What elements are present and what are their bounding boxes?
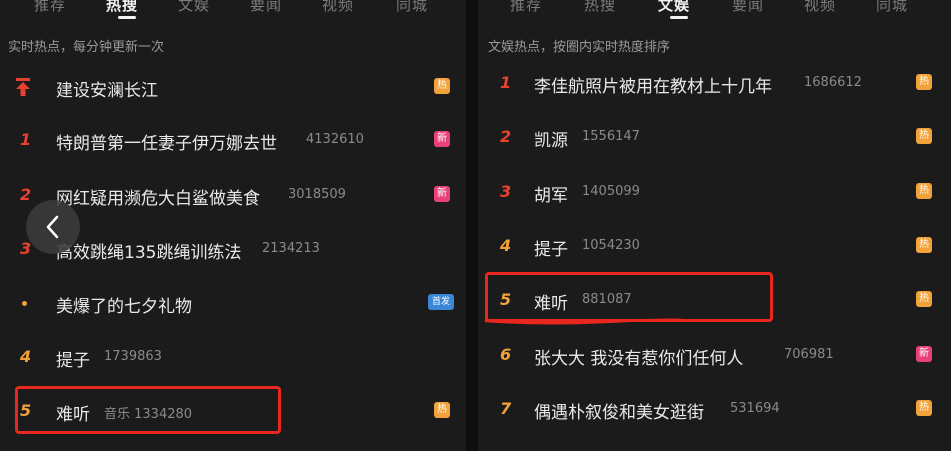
list-item[interactable]: 4 提子 1054230 热 — [478, 227, 951, 267]
heat-count: 1405099 — [582, 184, 640, 199]
item-title: 张大大 我没有惹你们任何人 — [534, 349, 744, 369]
tab-recommend[interactable]: 推荐 — [34, 0, 66, 15]
list-item[interactable]: 6 张大大 我没有惹你们任何人 706981 新 — [478, 336, 951, 376]
heat-count: 1556147 — [582, 129, 640, 144]
rank-number: 4 — [500, 236, 512, 255]
heat-count: 531694 — [730, 401, 780, 416]
tab-entertainment[interactable]: 文娱 — [658, 0, 690, 15]
item-title: 高效跳绳135跳绳训练法 — [56, 243, 242, 263]
list-item[interactable]: 2 凯源 1556147 热 — [478, 118, 951, 158]
premiere-badge: 首发 — [428, 294, 454, 310]
new-badge: 新 — [434, 131, 450, 147]
heat-count: 2134213 — [262, 241, 320, 256]
list-item[interactable]: 美爆了的七夕礼物 首发 — [0, 284, 466, 324]
right-entertainment-panel: 推荐 热搜 文娱 要闻 视频 同城 文娱热点，按圈内实时热度排序 1 李佳航照片… — [478, 0, 951, 451]
annotation-highlight-box — [15, 386, 281, 434]
list-item[interactable]: 1 李佳航照片被用在教材上十几年 1686612 热 — [478, 64, 951, 104]
left-tab-bar: 推荐 热搜 文娱 要闻 视频 同城 — [0, 0, 466, 20]
tab-active-indicator — [118, 16, 136, 19]
tab-hot-search[interactable]: 热搜 — [584, 0, 616, 15]
rank-number: 3 — [500, 182, 512, 201]
right-tab-bar: 推荐 热搜 文娱 要闻 视频 同城 — [478, 0, 951, 20]
heat-count: 706981 — [784, 347, 834, 362]
hot-badge: 热 — [916, 237, 932, 253]
hot-badge: 热 — [916, 74, 932, 90]
item-title: 建设安澜长江 — [56, 81, 158, 101]
dot-icon — [22, 301, 27, 306]
pin-top-icon — [16, 78, 30, 96]
rank-number: 1 — [500, 73, 512, 92]
item-title: 提子 — [534, 240, 568, 260]
rank-number: 2 — [500, 127, 512, 146]
hot-badge: 热 — [916, 400, 932, 416]
hot-badge: 热 — [916, 183, 932, 199]
rank-number: 2 — [20, 185, 32, 204]
tab-entertainment[interactable]: 文娱 — [178, 0, 210, 15]
heat-count: 1054230 — [582, 238, 640, 253]
item-title: 李佳航照片被用在教材上十几年 — [534, 77, 772, 97]
annotation-underline — [484, 318, 684, 325]
tab-local[interactable]: 同城 — [876, 0, 908, 15]
item-title: 网红疑用濒危大白鲨做美食 — [56, 189, 260, 209]
heat-count: 4132610 — [306, 132, 364, 147]
new-badge: 新 — [916, 346, 932, 362]
hot-badge: 热 — [434, 402, 450, 418]
chevron-left-icon — [46, 215, 59, 239]
rank-number: 4 — [20, 347, 32, 366]
tab-video[interactable]: 视频 — [804, 0, 836, 15]
hot-badge: 热 — [434, 78, 450, 94]
new-badge: 新 — [434, 186, 450, 202]
rank-number: 7 — [500, 399, 512, 418]
heat-count: 3018509 — [288, 187, 346, 202]
list-item[interactable]: 3 胡军 1405099 热 — [478, 173, 951, 213]
item-title: 提子 — [56, 351, 90, 371]
item-title: 胡军 — [534, 186, 568, 206]
item-title: 偶遇朴叙俊和美女逛街 — [534, 403, 704, 423]
tab-news[interactable]: 要闻 — [250, 0, 282, 15]
divider — [466, 0, 478, 451]
hot-badge: 热 — [916, 128, 932, 144]
list-item[interactable]: 1 特朗普第一任妻子伊万娜去世 4132610 新 — [0, 121, 466, 161]
heat-count: 1686612 — [804, 75, 862, 90]
tab-video[interactable]: 视频 — [322, 0, 354, 15]
hot-badge: 热 — [916, 291, 932, 307]
tab-news[interactable]: 要闻 — [732, 0, 764, 15]
list-item[interactable]: 4 提子 1739863 — [0, 338, 466, 378]
back-button[interactable] — [26, 200, 80, 254]
rank-number: 6 — [500, 345, 512, 364]
tab-active-indicator — [670, 16, 688, 19]
item-title: 凯源 — [534, 131, 568, 151]
list-item[interactable]: 7 偶遇朴叙俊和美女逛街 531694 热 — [478, 390, 951, 430]
subtitle: 文娱热点，按圈内实时热度排序 — [488, 40, 671, 55]
tab-local[interactable]: 同城 — [396, 0, 428, 15]
list-item[interactable]: 建设安澜长江 热 — [0, 68, 466, 108]
tab-recommend[interactable]: 推荐 — [510, 0, 542, 15]
heat-count: 1739863 — [104, 349, 162, 364]
left-hot-search-panel: 推荐 热搜 文娱 要闻 视频 同城 实时热点，每分钟更新一次 建设安澜长江 热 … — [0, 0, 466, 451]
tab-hot-search[interactable]: 热搜 — [106, 0, 138, 15]
item-title: 美爆了的七夕礼物 — [56, 297, 192, 317]
rank-number: 1 — [20, 130, 32, 149]
subtitle: 实时热点，每分钟更新一次 — [8, 40, 165, 55]
item-title: 特朗普第一任妻子伊万娜去世 — [56, 134, 277, 154]
